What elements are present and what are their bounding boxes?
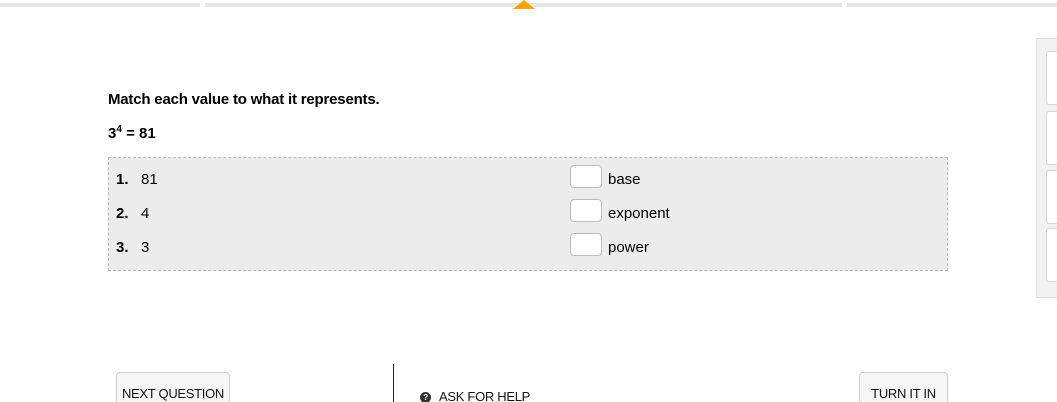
- match-row: 1. 81 base: [109, 162, 947, 196]
- matching-area: 1. 81 base 2. 4 exponent 3. 3 power: [108, 157, 948, 271]
- item-value: 4: [141, 205, 150, 222]
- ask-for-help-label: ASK FOR HELP: [439, 389, 531, 402]
- ask-for-help-link[interactable]: ? ASK FOR HELP: [420, 389, 530, 402]
- term-label: power: [608, 239, 649, 256]
- current-question-marker: [513, 0, 535, 9]
- match-row: 3. 3 power: [109, 230, 947, 264]
- item-number: 1.: [116, 171, 129, 188]
- question-circle-icon: ?: [420, 392, 431, 402]
- answer-drop-slot[interactable]: [570, 165, 602, 188]
- question-prompt: Match each value to what it represents.: [108, 91, 380, 108]
- question-equation: 34 = 81: [108, 124, 156, 142]
- footer-divider: [393, 364, 394, 402]
- quiz-page: Match each value to what it represents. …: [0, 0, 1057, 402]
- equation-result: = 81: [121, 125, 156, 142]
- side-panel-card[interactable]: [1046, 228, 1057, 282]
- answer-drop-slot[interactable]: [570, 199, 602, 222]
- match-row: 2. 4 exponent: [109, 196, 947, 230]
- side-panel-card[interactable]: [1046, 51, 1057, 105]
- term-label: base: [608, 171, 641, 188]
- progress-segment[interactable]: [0, 3, 200, 7]
- turn-it-in-button[interactable]: TURN IT IN: [859, 372, 948, 402]
- progress-segment[interactable]: [847, 3, 1057, 7]
- side-panel-card[interactable]: [1046, 111, 1057, 165]
- side-panel-card[interactable]: [1046, 170, 1057, 224]
- item-number: 2.: [116, 205, 129, 222]
- item-value: 81: [141, 171, 158, 188]
- item-number: 3.: [116, 239, 129, 256]
- question-progress-bar: [0, 0, 1057, 9]
- term-label: exponent: [608, 205, 670, 222]
- answer-drop-slot[interactable]: [570, 233, 602, 256]
- item-value: 3: [141, 239, 150, 256]
- next-question-button[interactable]: NEXT QUESTION: [116, 372, 230, 402]
